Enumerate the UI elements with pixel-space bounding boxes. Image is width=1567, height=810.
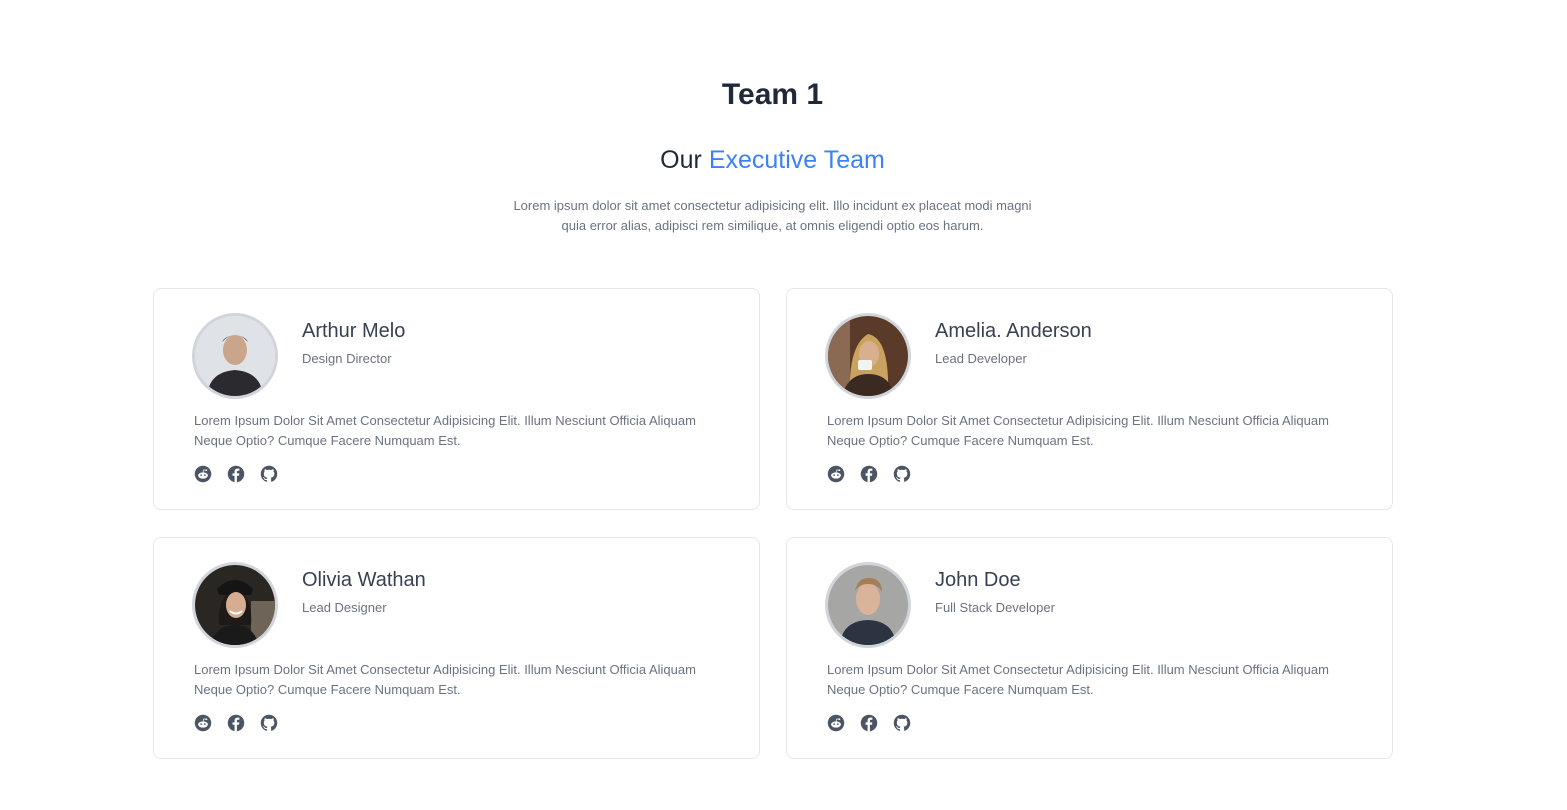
social-links xyxy=(194,714,723,732)
social-links xyxy=(194,465,723,483)
reddit-icon[interactable] xyxy=(194,714,212,732)
member-name: John Doe xyxy=(935,569,1021,591)
team-card: Amelia. Anderson Lead Developer Lorem Ip… xyxy=(786,288,1393,510)
facebook-icon[interactable] xyxy=(227,465,245,483)
facebook-icon[interactable] xyxy=(860,714,878,732)
avatar xyxy=(192,562,278,648)
member-name: Arthur Melo xyxy=(302,320,406,342)
github-icon[interactable] xyxy=(893,465,911,483)
member-role: Lead Developer xyxy=(935,351,1027,366)
page-title: Team 1 xyxy=(721,78,824,111)
member-bio: Lorem Ipsum Dolor Sit Amet Consectetur A… xyxy=(827,662,1329,697)
facebook-icon[interactable] xyxy=(860,465,878,483)
member-bio: Lorem Ipsum Dolor Sit Amet Consectetur A… xyxy=(194,662,696,697)
member-bio: Lorem Ipsum Dolor Sit Amet Consectetur A… xyxy=(827,413,1329,448)
github-icon[interactable] xyxy=(893,714,911,732)
member-role: Lead Designer xyxy=(302,600,387,615)
team-card: Olivia Wathan Lead Designer Lorem Ipsum … xyxy=(153,537,760,759)
section-heading-accent: Executive Team xyxy=(708,146,885,174)
github-icon[interactable] xyxy=(260,714,278,732)
reddit-icon[interactable] xyxy=(194,465,212,483)
member-bio: Lorem Ipsum Dolor Sit Amet Consectetur A… xyxy=(194,413,696,448)
member-name: Amelia. Anderson xyxy=(935,320,1092,342)
reddit-icon[interactable] xyxy=(827,465,845,483)
member-role: Full Stack Developer xyxy=(935,600,1055,615)
reddit-icon[interactable] xyxy=(827,714,845,732)
team-grid: Arthur Melo Design Director Lorem Ipsum … xyxy=(153,288,1393,759)
member-name: Olivia Wathan xyxy=(302,569,426,591)
section-description: Lorem ipsum dolor sit amet consectetur a… xyxy=(513,198,1032,233)
team-card: Arthur Melo Design Director Lorem Ipsum … xyxy=(153,288,760,510)
avatar xyxy=(825,562,911,648)
avatar xyxy=(192,313,278,399)
team-card: John Doe Full Stack Developer Lorem Ipsu… xyxy=(786,537,1393,759)
avatar xyxy=(825,313,911,399)
facebook-icon[interactable] xyxy=(227,714,245,732)
member-role: Design Director xyxy=(302,351,392,366)
social-links xyxy=(827,714,1356,732)
section-heading: Our Executive Team xyxy=(0,146,1545,175)
github-icon[interactable] xyxy=(260,465,278,483)
social-links xyxy=(827,465,1356,483)
section-heading-prefix: Our xyxy=(660,146,702,174)
